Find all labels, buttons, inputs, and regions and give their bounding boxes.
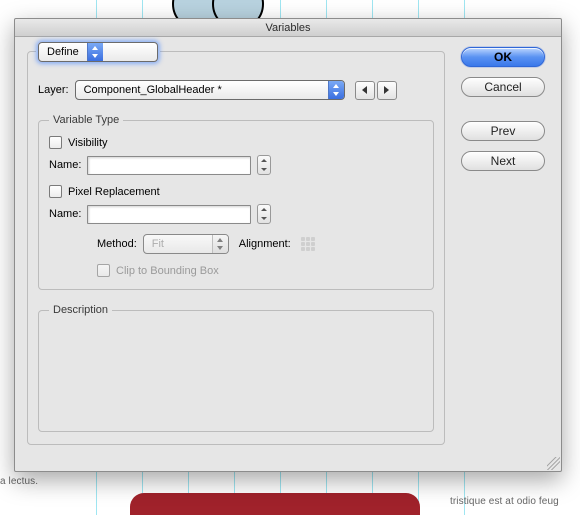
description-legend: Description (49, 304, 112, 316)
main-group: Define Layer: Component_GlobalHeader * (27, 51, 445, 445)
method-dropdown[interactable]: Fit (143, 234, 229, 254)
alignment-grid-icon (301, 237, 316, 252)
prev-layer-button[interactable] (355, 81, 375, 100)
define-dropdown[interactable]: Define (38, 42, 158, 62)
clip-checkbox[interactable] (97, 264, 110, 277)
visibility-name-input[interactable] (87, 156, 251, 175)
pixel-name-stepper[interactable] (257, 204, 271, 224)
pixel-name-input[interactable] (87, 205, 251, 224)
triangle-right-icon (384, 86, 389, 94)
clip-label: Clip to Bounding Box (116, 265, 219, 277)
chevron-updown-icon (328, 81, 344, 99)
variable-type-group: Variable Type Visibility Name: Pixel Rep… (38, 114, 434, 290)
triangle-left-icon (362, 86, 367, 94)
pixel-replacement-checkbox[interactable] (49, 185, 62, 198)
chevron-updown-icon (87, 43, 103, 61)
visibility-label: Visibility (68, 137, 108, 149)
visibility-checkbox[interactable] (49, 136, 62, 149)
next-button[interactable]: Next (461, 151, 545, 171)
description-group: Description (38, 304, 434, 432)
visibility-name-stepper[interactable] (257, 155, 271, 175)
background-bar (130, 493, 420, 515)
ok-button[interactable]: OK (461, 47, 545, 67)
cancel-button[interactable]: Cancel (461, 77, 545, 97)
background-text-2: a lectus. (0, 475, 38, 489)
chevron-updown-icon (212, 235, 228, 253)
pixel-replacement-label: Pixel Replacement (68, 186, 160, 198)
prev-button[interactable]: Prev (461, 121, 545, 141)
background-text: tristique est at odio feug (450, 495, 559, 509)
name-label-1: Name: (49, 159, 81, 171)
variables-dialog: Variables Define Layer: Component_Global… (14, 18, 562, 472)
dialog-title: Variables (15, 19, 561, 37)
layer-label: Layer: (38, 84, 69, 96)
alignment-label: Alignment: (239, 238, 291, 250)
next-layer-button[interactable] (377, 81, 397, 100)
method-label: Method: (97, 238, 137, 250)
resize-handle[interactable] (547, 457, 560, 470)
variable-type-legend: Variable Type (49, 114, 123, 126)
name-label-2: Name: (49, 208, 81, 220)
layer-dropdown[interactable]: Component_GlobalHeader * (75, 80, 345, 100)
